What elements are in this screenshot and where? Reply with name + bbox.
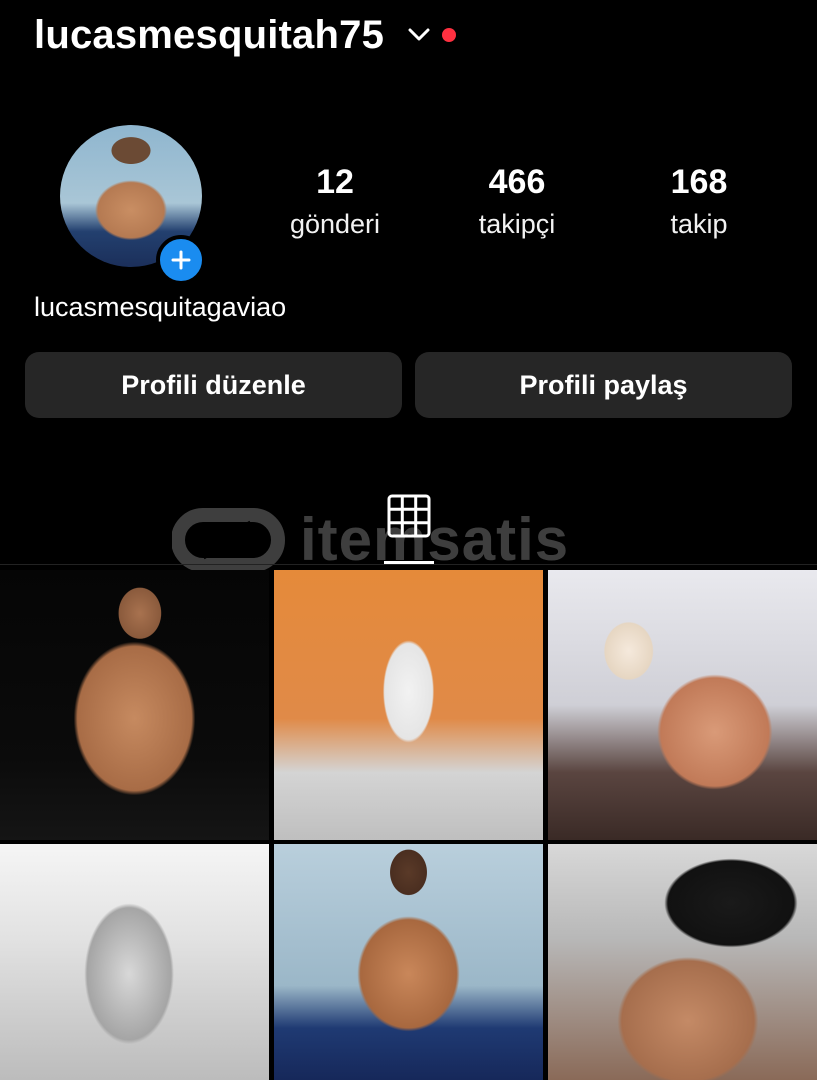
- profile-header: lucasmesquitah75: [34, 10, 457, 60]
- add-story-button[interactable]: [156, 235, 206, 285]
- following-label: takip: [670, 209, 728, 239]
- notification-dot: [442, 28, 457, 42]
- post-thumbnail[interactable]: [274, 570, 543, 840]
- following-count: 168: [670, 163, 728, 201]
- stat-followers[interactable]: 466 takipçi: [442, 160, 592, 244]
- profile-page: lucasmesquitah75 12 gönderi 466 takipçi …: [0, 0, 817, 1080]
- plus-icon: [171, 250, 191, 270]
- followers-label: takipçi: [478, 209, 556, 239]
- post-thumbnail[interactable]: [274, 844, 543, 1080]
- tab-divider: [0, 564, 817, 565]
- posts-count: 12: [316, 163, 354, 201]
- profile-avatar-container[interactable]: [60, 125, 206, 285]
- stat-following[interactable]: 168 takip: [624, 160, 774, 244]
- followers-count: 466: [488, 163, 546, 201]
- posts-label: gönderi: [289, 209, 381, 239]
- account-username[interactable]: lucasmesquitah75: [34, 13, 384, 58]
- grid-tab[interactable]: [385, 492, 433, 540]
- display-name: lucasmesquitagaviao: [34, 292, 287, 322]
- post-thumbnail[interactable]: [0, 844, 269, 1080]
- share-profile-button[interactable]: Profili paylaş: [415, 352, 792, 418]
- post-thumbnail[interactable]: [548, 570, 817, 840]
- stat-posts[interactable]: 12 gönderi: [260, 160, 410, 244]
- post-thumbnail[interactable]: [548, 844, 817, 1080]
- grid-icon: [387, 494, 431, 538]
- post-thumbnail[interactable]: [0, 570, 269, 840]
- chevron-down-icon[interactable]: [408, 24, 430, 46]
- edit-profile-button[interactable]: Profili düzenle: [25, 352, 402, 418]
